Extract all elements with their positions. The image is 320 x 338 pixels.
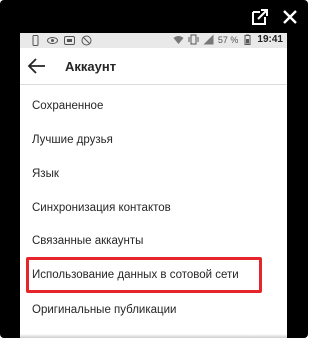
vibrate-icon [188,34,199,45]
menu-item-linked-accounts[interactable]: Связанные аккаунты [32,235,143,247]
device-frame: 57 % 19:41 Аккаунт Сохраненное Лучшие др… [0,0,308,338]
menu-item-language[interactable]: Язык [32,168,59,180]
menu-item-cellular-data-use[interactable]: Использование данных в сотовой сети [32,269,239,281]
page-title: Аккаунт [65,59,117,74]
bottom-shadow [20,334,287,338]
close-icon[interactable] [280,7,300,27]
menu-item-saved[interactable]: Сохраненное [32,100,103,112]
menu-item-original-posts[interactable]: Оригинальные публикации [32,304,176,316]
phone-screen: 57 % 19:41 Аккаунт Сохраненное Лучшие др… [20,33,287,338]
no-signal-icon [81,35,92,46]
menu-item-contacts-sync[interactable]: Синхронизация контактов [32,202,171,214]
wifi-icon [173,36,184,44]
window-controls [250,6,300,28]
arrow-left-icon[interactable] [26,55,48,77]
status-bar: 57 % 19:41 [20,33,287,48]
app-bar: Аккаунт [20,48,287,85]
open-external-icon[interactable] [250,7,270,27]
battery-percentage: 57 % [217,34,239,45]
clock: 19:41 [257,34,283,45]
screen-record-icon [64,36,75,45]
menu-item-close-friends[interactable]: Лучшие друзья [32,134,113,146]
phone-icon [32,35,39,46]
battery-icon [244,34,251,45]
eye-icon [47,37,58,44]
signal-icon [203,34,214,45]
